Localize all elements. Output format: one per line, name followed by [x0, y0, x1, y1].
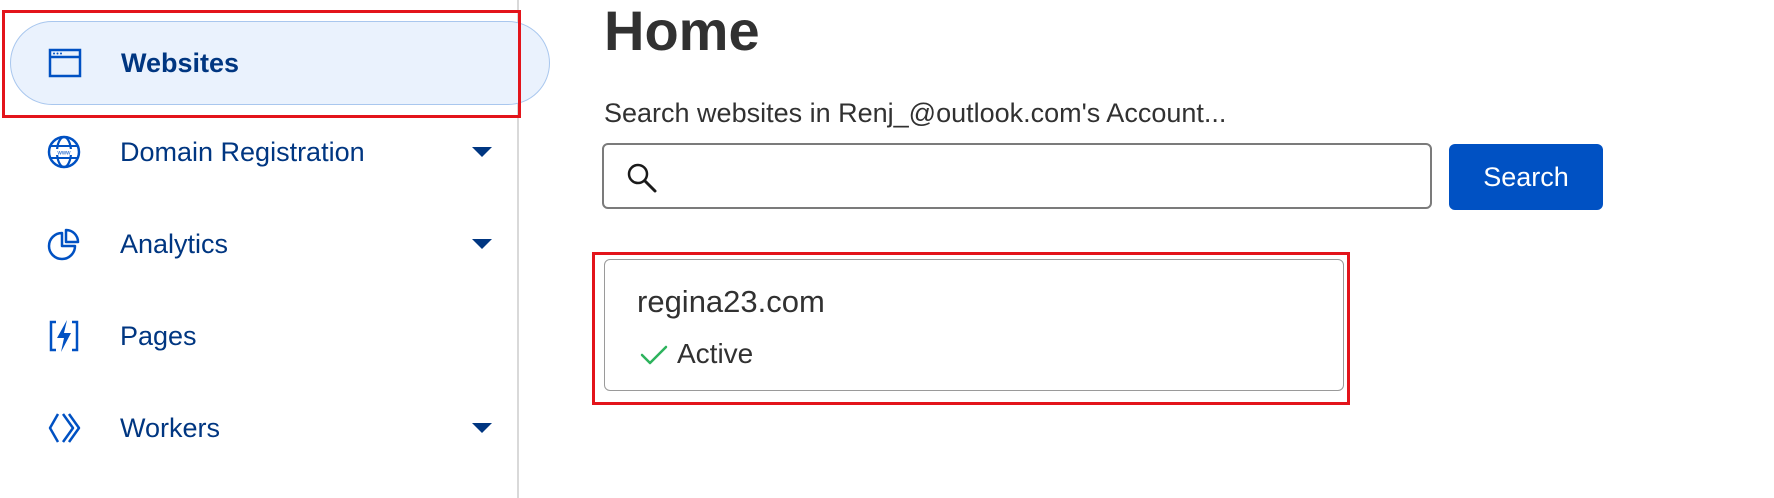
browser-window-icon [45, 43, 85, 83]
svg-text:www: www [57, 151, 72, 157]
checkmark-icon [639, 342, 669, 366]
sidebar-item-label: Websites [121, 47, 240, 78]
sidebar-item-domain-registration[interactable]: www Domain Registration [0, 110, 519, 194]
sidebar-item-analytics[interactable]: Analytics [0, 202, 519, 286]
chevron-down-icon[interactable] [472, 239, 492, 249]
pie-chart-icon [44, 224, 84, 264]
sidebar-item-label: Analytics [120, 228, 229, 259]
page-title: Home [604, 0, 760, 62]
search-field[interactable] [602, 143, 1432, 209]
sidebar-item-pages[interactable]: Pages [0, 294, 519, 378]
sidebar-item-workers[interactable]: Workers [0, 386, 519, 470]
search-button[interactable]: Search [1449, 144, 1603, 210]
status-badge: Active [639, 338, 753, 370]
chevron-down-icon[interactable] [472, 147, 492, 157]
website-domain[interactable]: regina23.com [637, 284, 825, 320]
sidebar-item-label: Workers [120, 412, 221, 443]
website-card[interactable]: regina23.com Active [604, 259, 1344, 391]
workers-chevrons-icon [44, 408, 84, 448]
search-input[interactable] [672, 155, 1416, 199]
status-text: Active [677, 338, 754, 369]
sidebar-item-label: Domain Registration [120, 136, 365, 167]
globe-www-icon: www [44, 132, 84, 172]
sidebar-item-websites[interactable]: Websites [10, 21, 550, 105]
sidebar-item-label: Pages [120, 320, 197, 351]
search-icon [626, 162, 658, 194]
chevron-down-icon[interactable] [472, 423, 492, 433]
lightning-page-icon [44, 316, 84, 356]
search-label: Search websites in Renj_@outlook.com's A… [604, 98, 1227, 128]
sidebar: Websites www Domain Registration Analyti… [0, 0, 550, 498]
